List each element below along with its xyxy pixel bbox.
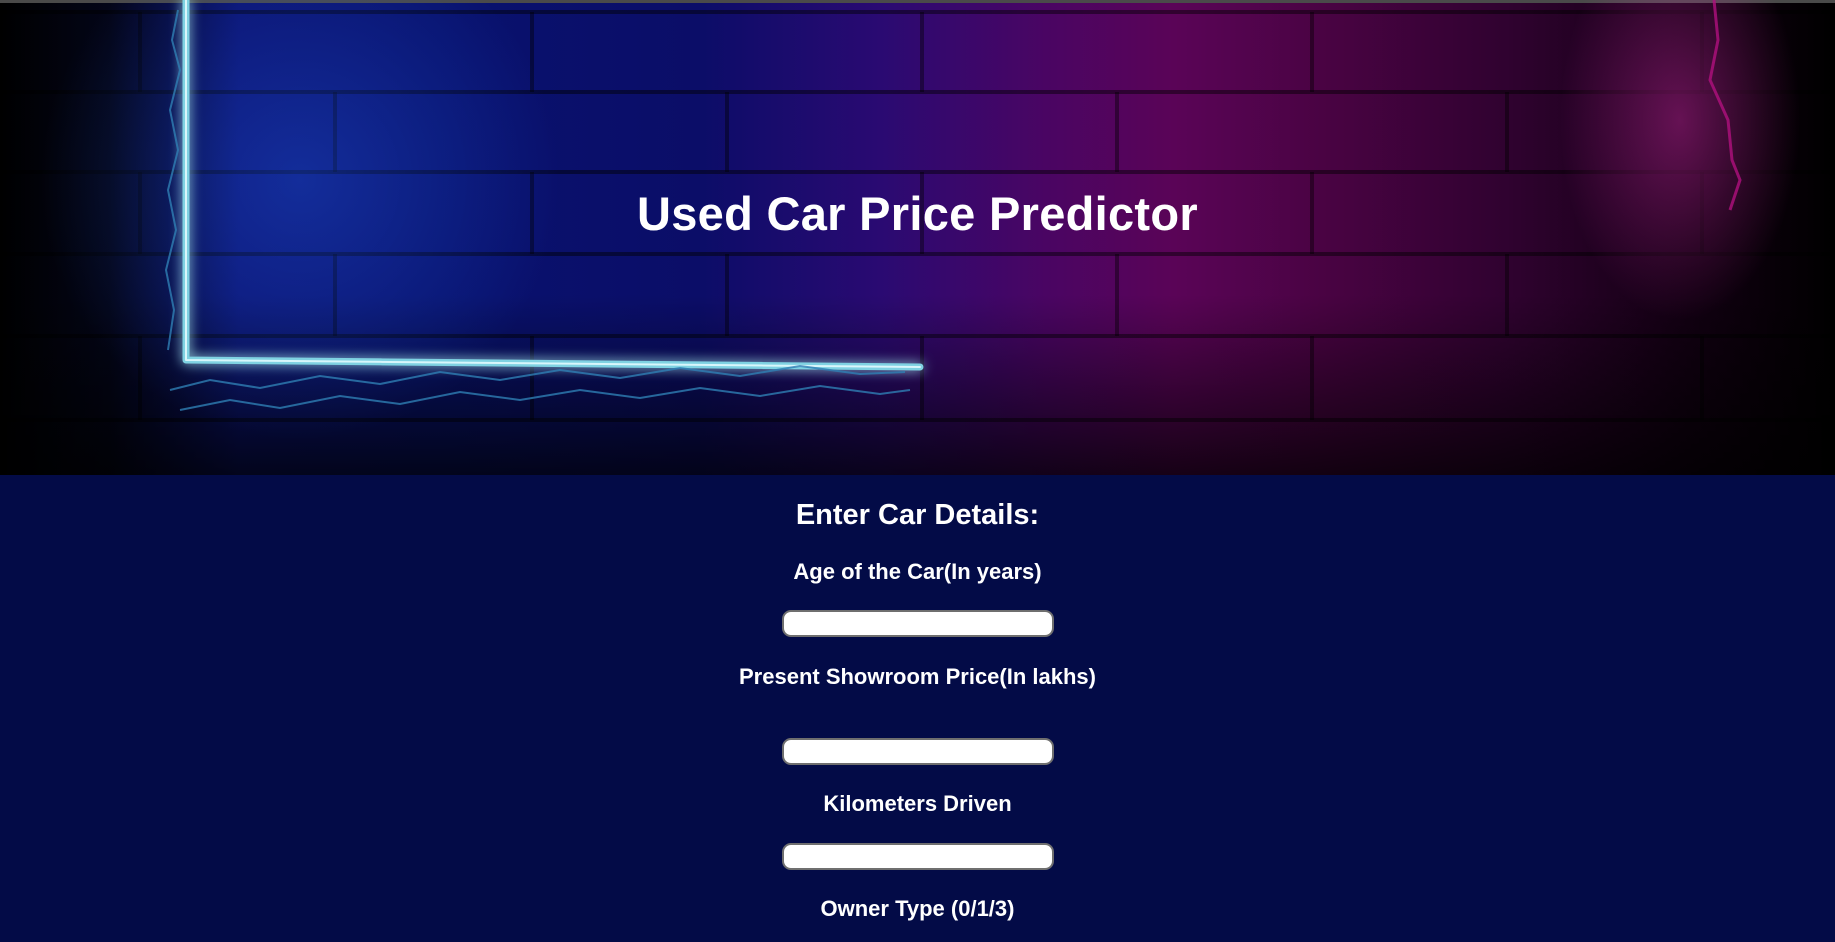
age-label: Age of the Car(In years) bbox=[793, 559, 1042, 584]
form-heading: Enter Car Details: bbox=[795, 499, 1040, 531]
showroom-price-label: Present Showroom Price(In lakhs) bbox=[739, 664, 1096, 689]
page: Used Car Price Predictor Enter Car Detai… bbox=[0, 0, 1835, 942]
hero-banner: Used Car Price Predictor bbox=[0, 0, 1835, 475]
kilometers-label: Kilometers Driven bbox=[823, 791, 1012, 816]
age-input[interactable] bbox=[782, 610, 1054, 637]
showroom-price-input[interactable] bbox=[782, 738, 1054, 765]
page-title: Used Car Price Predictor bbox=[637, 187, 1198, 240]
owner-type-label: Owner Type (0/1/3) bbox=[820, 896, 1015, 921]
car-details-form: Enter Car Details: Age of the Car(In yea… bbox=[0, 475, 1835, 942]
kilometers-input[interactable] bbox=[782, 843, 1054, 870]
